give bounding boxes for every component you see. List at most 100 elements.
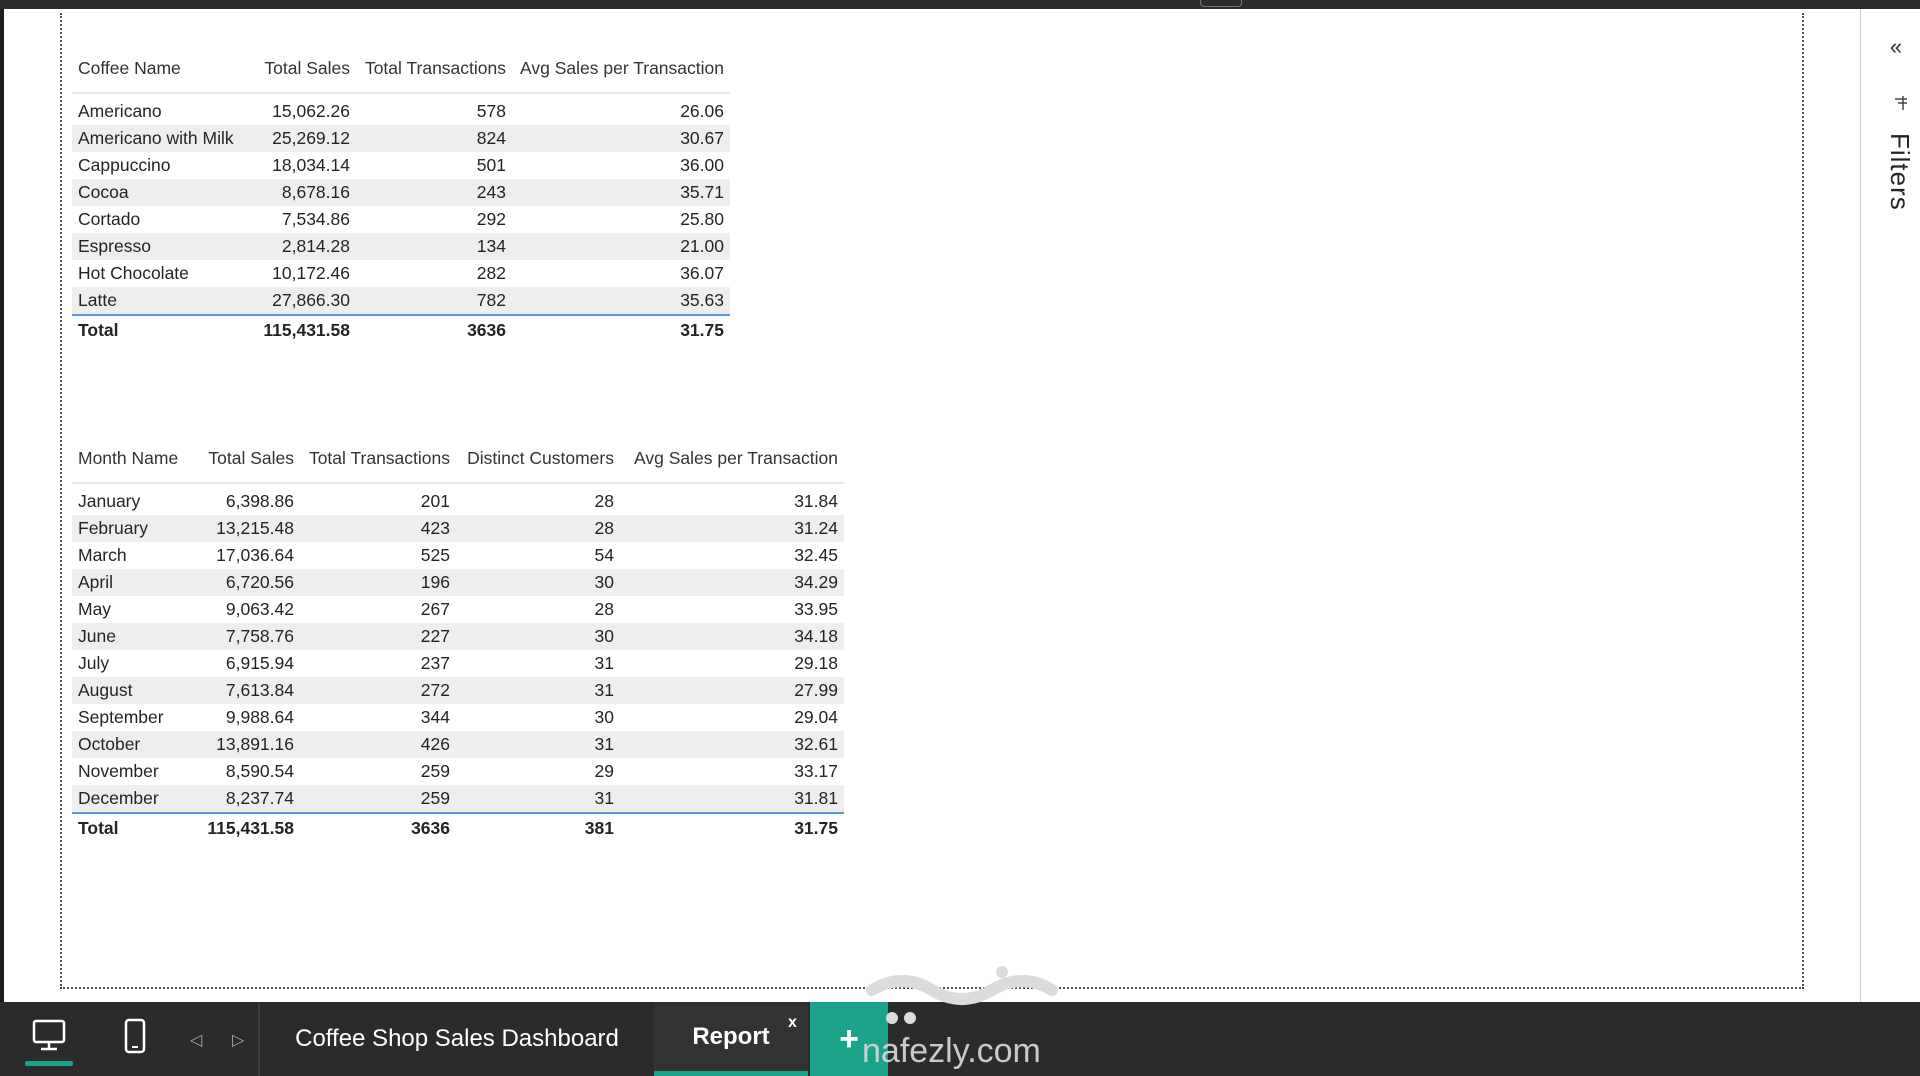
column-header[interactable]: Total Transactions — [356, 58, 512, 93]
cell: 33.17 — [794, 761, 838, 781]
cell: 8,678.16 — [281, 182, 350, 202]
mobile-view-icon[interactable] — [124, 1018, 146, 1054]
row-label: August — [78, 680, 133, 700]
column-header[interactable]: Month Name — [72, 448, 194, 483]
table-row[interactable]: Cocoa 8,678.16 243 35.71 — [72, 179, 730, 206]
cell: 35.63 — [680, 290, 724, 310]
tab-coffee-shop-sales-dashboard[interactable]: Coffee Shop Sales Dashboard — [262, 1002, 652, 1076]
filters-label[interactable]: Filters — [1875, 133, 1915, 233]
table-row[interactable]: Cappuccino 18,034.14 501 36.00 — [72, 152, 730, 179]
column-header[interactable]: Total Sales — [242, 58, 356, 93]
row-label: Cortado — [78, 209, 141, 229]
cell: 29.04 — [794, 707, 838, 727]
cell: 9,063.42 — [225, 599, 294, 619]
next-page-icon[interactable]: ▷ — [232, 1030, 246, 1049]
cell: 27.99 — [794, 680, 838, 700]
row-label: October — [78, 734, 141, 754]
cell: 30.67 — [680, 128, 724, 148]
cell: 7,534.86 — [281, 209, 350, 229]
cell: 31.84 — [794, 491, 838, 511]
cell: 30 — [594, 707, 614, 727]
cell: 18,034.14 — [272, 155, 350, 175]
cell: 30 — [594, 626, 614, 646]
cell: 134 — [476, 236, 506, 256]
cell: 2,814.28 — [281, 236, 350, 256]
cell: 259 — [420, 788, 450, 808]
table-row[interactable]: July 6,915.94 237 31 29.18 — [72, 650, 844, 677]
column-header[interactable]: Distinct Customers — [456, 448, 620, 483]
column-header[interactable]: Avg Sales per Transaction — [620, 448, 844, 483]
total-cell: 31.75 — [680, 319, 724, 340]
cell: 237 — [420, 653, 450, 673]
row-label: December — [78, 788, 159, 808]
row-label: Latte — [78, 290, 117, 310]
table-row[interactable]: Cortado 7,534.86 292 25.80 — [72, 206, 730, 233]
table-row[interactable]: May 9,063.42 267 28 33.95 — [72, 596, 844, 623]
table-row[interactable]: Hot Chocolate 10,172.46 282 36.07 — [72, 260, 730, 287]
total-cell: 115,431.58 — [263, 319, 350, 340]
row-label: February — [78, 518, 149, 538]
column-header[interactable]: Total Transactions — [300, 448, 456, 483]
cell: 7,758.76 — [225, 626, 294, 646]
table-row[interactable]: June 7,758.76 227 30 34.18 — [72, 623, 844, 650]
row-label: June — [78, 626, 116, 646]
table-row[interactable]: January 6,398.86 201 28 31.84 — [72, 488, 844, 515]
cell: 10,172.46 — [272, 263, 350, 283]
table-row[interactable]: February 13,215.48 423 28 31.24 — [72, 515, 844, 542]
column-header[interactable]: Total Sales — [194, 448, 300, 483]
cell: 259 — [420, 761, 450, 781]
cell: 32.45 — [794, 545, 838, 565]
table-row[interactable]: Espresso 2,814.28 134 21.00 — [72, 233, 730, 260]
filters-pane: « Filters — [1860, 9, 1920, 1002]
column-header[interactable]: Coffee Name — [72, 58, 242, 93]
total-cell: 115,431.58 — [207, 817, 294, 838]
cell: 8,590.54 — [225, 761, 294, 781]
table-row[interactable]: Americano with Milk 25,269.12 824 30.67 — [72, 125, 730, 152]
table-row[interactable]: April 6,720.56 196 30 34.29 — [72, 569, 844, 596]
total-cell: 381 — [584, 817, 614, 838]
cell: 196 — [420, 572, 450, 592]
row-label: July — [78, 653, 110, 673]
row-label: Americano — [78, 101, 162, 121]
double-chevron-left-icon[interactable]: « — [1885, 36, 1907, 58]
filter-icon — [1895, 96, 1907, 110]
cell: 34.29 — [794, 572, 838, 592]
table-row[interactable]: August 7,613.84 272 31 27.99 — [72, 677, 844, 704]
coffee-matrix-table[interactable]: Coffee Name Total Sales Total Transactio… — [72, 58, 730, 344]
column-header[interactable]: Avg Sales per Transaction — [512, 58, 730, 93]
table-row[interactable]: October 13,891.16 426 31 32.61 — [72, 731, 844, 758]
cell: 31 — [594, 653, 614, 673]
cell: 27,866.30 — [272, 290, 350, 310]
cell: 9,988.64 — [225, 707, 294, 727]
row-label: May — [78, 599, 112, 619]
page-navigation-bar: ◁ ▷ Coffee Shop Sales Dashboard Report x… — [0, 1002, 1920, 1076]
cell: 28 — [594, 518, 614, 538]
cell: 13,891.16 — [216, 734, 294, 754]
table-row[interactable]: Latte 27,866.30 782 35.63 — [72, 287, 730, 315]
cell: 34.18 — [794, 626, 838, 646]
cell: 578 — [476, 101, 506, 121]
close-tab-icon[interactable]: x — [788, 1014, 797, 1032]
month-matrix-table[interactable]: Month Name Total Sales Total Transaction… — [72, 448, 844, 842]
row-label: Espresso — [78, 236, 151, 256]
cell: 21.00 — [680, 236, 724, 256]
add-page-button[interactable]: + — [810, 1002, 888, 1076]
table-header-row: Month Name Total Sales Total Transaction… — [72, 448, 844, 483]
cell: 31 — [594, 734, 614, 754]
table-row[interactable]: December 8,237.74 259 31 31.81 — [72, 785, 844, 813]
cell: 824 — [476, 128, 506, 148]
desktop-view-icon[interactable] — [32, 1018, 66, 1052]
cell: 29 — [594, 761, 614, 781]
total-cell: 3636 — [411, 817, 450, 838]
table-header-row: Coffee Name Total Sales Total Transactio… — [72, 58, 730, 93]
tab-report[interactable]: Report — [654, 1002, 808, 1076]
row-label: Cappuccino — [78, 155, 171, 175]
previous-page-icon[interactable]: ◁ — [190, 1030, 204, 1049]
table-row[interactable]: March 17,036.64 525 54 32.45 — [72, 542, 844, 569]
cell: 7,613.84 — [225, 680, 294, 700]
cell: 6,720.56 — [225, 572, 294, 592]
table-row[interactable]: Americano 15,062.26 578 26.06 — [72, 98, 730, 125]
table-row[interactable]: November 8,590.54 259 29 33.17 — [72, 758, 844, 785]
cell: 36.07 — [680, 263, 724, 283]
table-row[interactable]: September 9,988.64 344 30 29.04 — [72, 704, 844, 731]
